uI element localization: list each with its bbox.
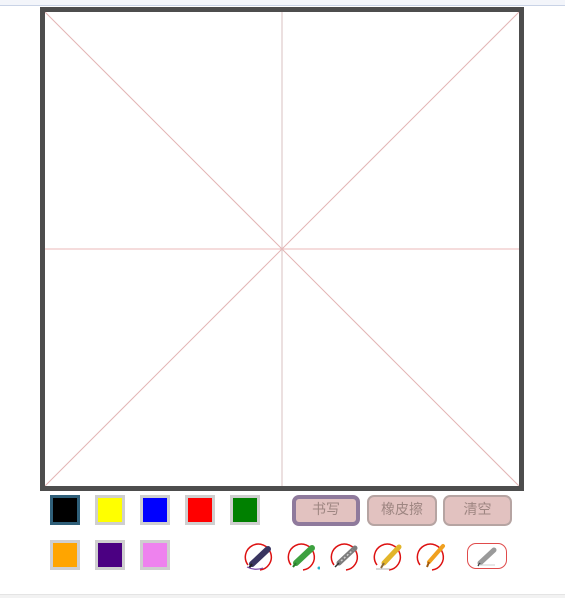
- color-swatch-indigo[interactable]: [95, 540, 125, 570]
- eraser-pencil-tool[interactable]: [467, 543, 507, 569]
- highlighter-pen-tool[interactable]: [286, 540, 320, 574]
- color-swatch-violet[interactable]: [140, 540, 170, 570]
- color-swatch-red[interactable]: [185, 495, 215, 525]
- page-bottom-edge: [0, 594, 565, 598]
- color-swatch-green[interactable]: [230, 495, 260, 525]
- fountain-pen-icon: [330, 543, 359, 571]
- highlighter-pen-icon: [287, 543, 320, 571]
- crayon-pen-tool[interactable]: [415, 540, 449, 574]
- brush-pen-tool[interactable]: [243, 540, 277, 574]
- write-button[interactable]: 书写: [292, 495, 360, 526]
- brush-pen-icon: [244, 543, 273, 571]
- guide-grid: [45, 12, 519, 486]
- pencil-icon: [373, 543, 402, 571]
- pencil-tool[interactable]: [372, 540, 406, 574]
- eraser-button[interactable]: 橡皮擦: [367, 495, 437, 526]
- eraser-pencil-icon: [477, 547, 497, 567]
- fountain-pen-tool[interactable]: [329, 540, 363, 574]
- crayon-pen-icon: [416, 543, 445, 571]
- color-swatch-yellow[interactable]: [95, 495, 125, 525]
- browser-top-edge: [0, 0, 565, 6]
- writing-canvas[interactable]: [40, 7, 524, 491]
- color-swatch-black[interactable]: [50, 495, 80, 525]
- clear-button[interactable]: 清空: [443, 495, 512, 526]
- color-swatch-blue[interactable]: [140, 495, 170, 525]
- color-swatch-orange[interactable]: [50, 540, 80, 570]
